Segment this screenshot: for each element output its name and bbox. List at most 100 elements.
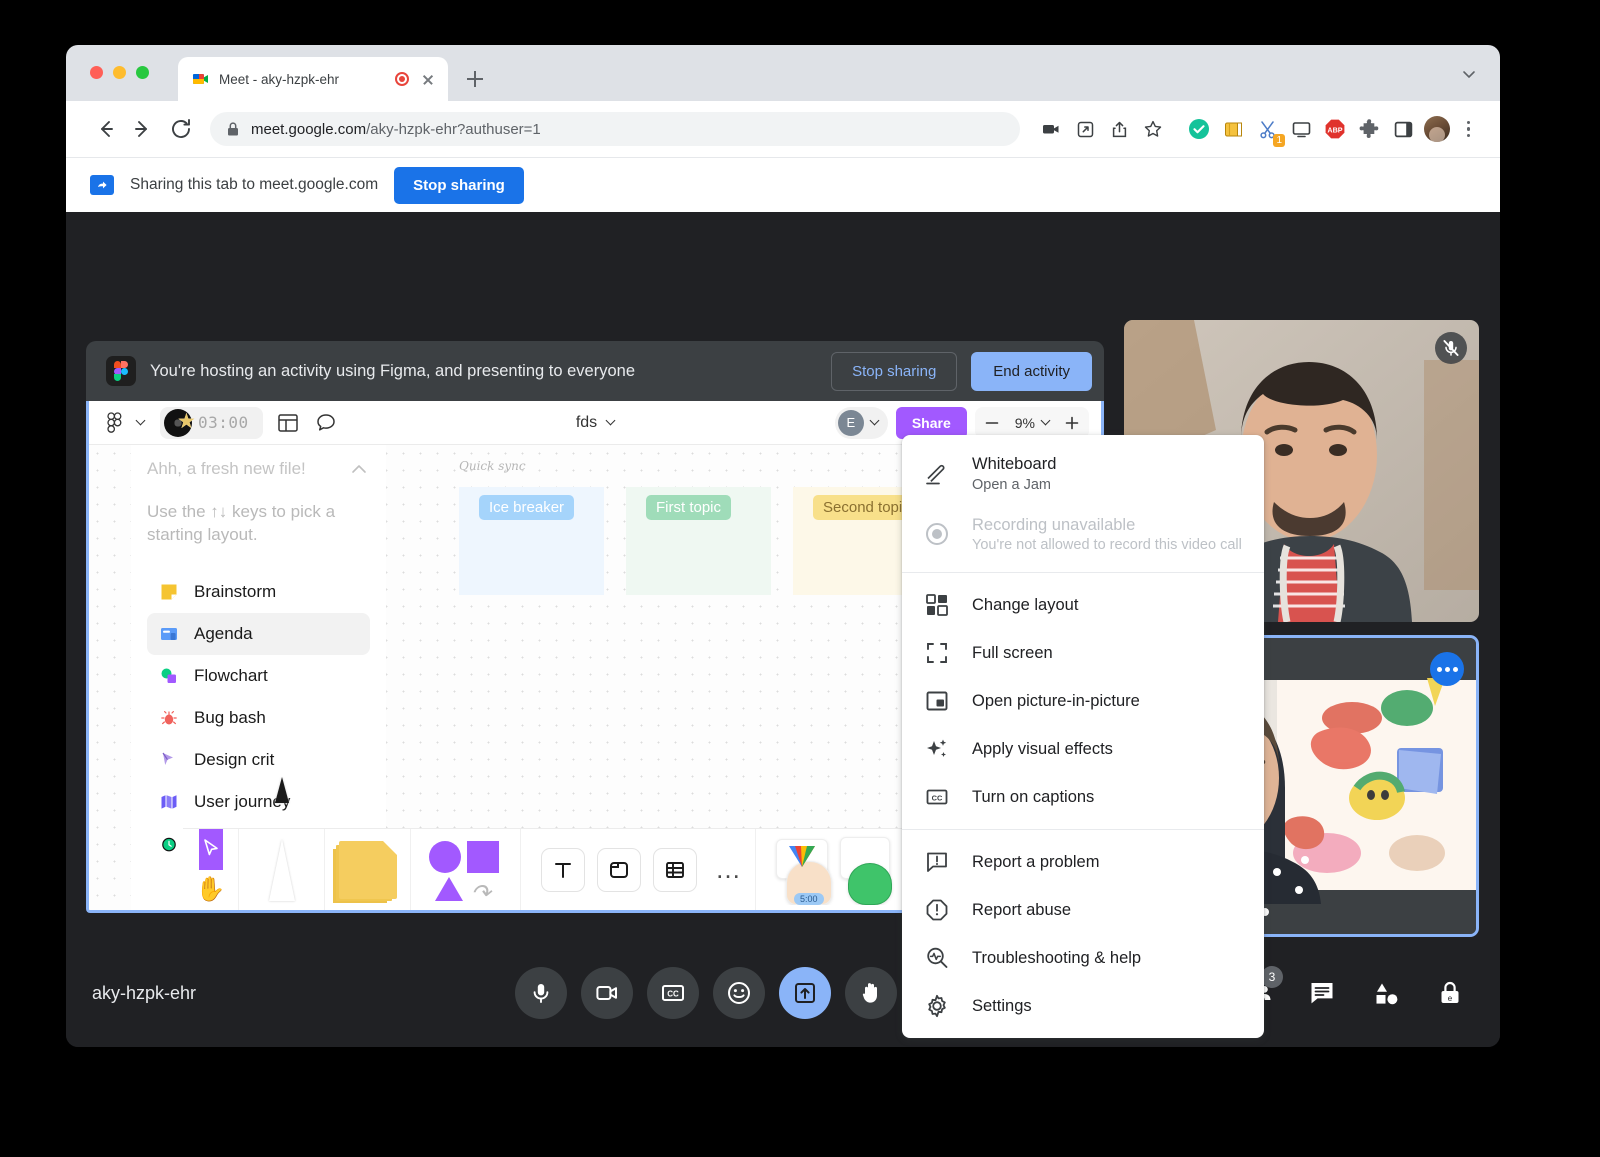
- address-bar[interactable]: meet.google.com/aky-hzpk-ehr?authuser=1: [210, 112, 1020, 146]
- chrome-menu-button[interactable]: [1454, 115, 1482, 143]
- sticker-previews[interactable]: 5:00: [764, 835, 914, 905]
- omnibox-row: meet.google.com/aky-hzpk-ehr?authuser=1: [66, 101, 1500, 157]
- menu-item-whiteboard[interactable]: Whiteboard Open a Jam: [902, 443, 1264, 504]
- snip-icon[interactable]: 1: [1250, 112, 1284, 146]
- captions-button[interactable]: CC: [647, 967, 699, 1019]
- back-button[interactable]: [88, 112, 122, 146]
- bookmark-star-icon[interactable]: [1136, 112, 1170, 146]
- zoom-in-button[interactable]: [1055, 407, 1089, 439]
- menu-item-report-problem[interactable]: Report a problem: [902, 838, 1264, 886]
- adblock-icon[interactable]: ABP: [1318, 112, 1352, 146]
- chevron-down-icon[interactable]: [606, 416, 616, 426]
- menu-item-change-layout[interactable]: Change layout: [902, 581, 1264, 629]
- menu-item-full-screen[interactable]: Full screen: [902, 629, 1264, 677]
- chevron-down-icon[interactable]: [1041, 416, 1051, 426]
- menu-item-visual-effects[interactable]: Apply visual effects: [902, 725, 1264, 773]
- side-panel-icon[interactable]: [1386, 112, 1420, 146]
- cursor-tool[interactable]: [199, 829, 223, 870]
- stop-sharing-button[interactable]: Stop sharing: [394, 167, 524, 204]
- layout-item-bug-bash[interactable]: Bug bash: [147, 697, 370, 739]
- figma-filename-text: fds: [576, 414, 597, 432]
- close-tab-button[interactable]: [418, 69, 438, 89]
- figma-menu-icon[interactable]: [107, 412, 127, 434]
- table-tool-box[interactable]: [653, 848, 697, 892]
- participants-count-badge: 3: [1261, 966, 1283, 988]
- figma-share-button[interactable]: Share: [896, 407, 967, 439]
- maximize-window-button[interactable]: [136, 66, 149, 79]
- section-tool[interactable]: [591, 829, 647, 910]
- figma-stop-sharing-button[interactable]: Stop sharing: [831, 352, 957, 391]
- grammarly-icon[interactable]: [1182, 112, 1216, 146]
- menu-item-pip[interactable]: Open picture-in-picture: [902, 677, 1264, 725]
- menu-item-label: Open picture-in-picture: [972, 691, 1140, 712]
- camera-icon[interactable]: [1034, 112, 1068, 146]
- chevron-down-icon[interactable]: [136, 416, 146, 426]
- profile-avatar[interactable]: [1424, 116, 1450, 142]
- menu-item-settings[interactable]: Settings: [902, 982, 1264, 1030]
- layout-item-flowchart[interactable]: Flowchart: [147, 655, 370, 697]
- chevron-down-icon[interactable]: [1462, 67, 1476, 81]
- menu-item-sub: Open a Jam: [972, 477, 1056, 493]
- figma-panels-icon[interactable]: [275, 410, 301, 436]
- table-tool[interactable]: [647, 829, 703, 910]
- extensions-puzzle-icon[interactable]: [1352, 112, 1386, 146]
- collapse-icon[interactable]: [350, 462, 368, 476]
- reactions-button[interactable]: [713, 967, 765, 1019]
- figma-end-activity-button[interactable]: End activity: [971, 352, 1092, 391]
- section-tool-box[interactable]: [597, 848, 641, 892]
- text-tool[interactable]: [521, 829, 591, 910]
- layout-item-user-journey[interactable]: User journey: [147, 781, 370, 823]
- reload-button[interactable]: [164, 112, 198, 146]
- forward-button[interactable]: [126, 112, 160, 146]
- menu-divider: [902, 572, 1264, 573]
- raise-hand-button[interactable]: [845, 967, 897, 1019]
- layout-picker-title: Ahh, a fresh new file!: [147, 459, 386, 479]
- sticky-note-tool[interactable]: [325, 829, 411, 910]
- present-button[interactable]: [779, 967, 831, 1019]
- meeting-code: aky-hzpk-ehr: [92, 983, 196, 1004]
- shapes-tool[interactable]: ↷: [411, 829, 521, 910]
- figma-filename[interactable]: fds: [535, 414, 655, 432]
- close-window-button[interactable]: [90, 66, 103, 79]
- text-tool-box[interactable]: [541, 848, 585, 892]
- menu-item-label: Turn on captions: [972, 787, 1094, 808]
- board-column-2[interactable]: First topic: [626, 487, 771, 595]
- figma-comment-icon[interactable]: [313, 410, 339, 436]
- layout-item-agenda[interactable]: Agenda: [147, 613, 370, 655]
- board-note-label: First topic: [646, 495, 731, 520]
- share-icon[interactable]: [1102, 112, 1136, 146]
- activities-button[interactable]: [1362, 969, 1410, 1017]
- camera-button[interactable]: [581, 967, 633, 1019]
- screencast-icon[interactable]: [1284, 112, 1318, 146]
- hand-tool[interactable]: ✋: [196, 870, 226, 911]
- tile-more-options-button[interactable]: [1430, 652, 1464, 686]
- more-tools[interactable]: …: [703, 829, 755, 910]
- reading-list-icon[interactable]: [1216, 112, 1250, 146]
- cursor-tools[interactable]: ✋: [183, 829, 239, 910]
- zoom-out-button[interactable]: [975, 407, 1009, 439]
- microphone-button[interactable]: [515, 967, 567, 1019]
- menu-item-captions[interactable]: CC Turn on captions: [902, 773, 1264, 821]
- new-tab-button[interactable]: [460, 64, 490, 94]
- mic-off-icon: [1435, 332, 1467, 364]
- pen-tool[interactable]: [239, 829, 325, 910]
- minimize-window-button[interactable]: [113, 66, 126, 79]
- host-controls-button[interactable]: e: [1426, 969, 1474, 1017]
- layout-item-design-crit[interactable]: Design crit: [147, 739, 370, 781]
- cc-icon: CC: [924, 784, 950, 810]
- recording-dot-icon[interactable]: [395, 72, 409, 86]
- chevron-down-icon[interactable]: [869, 416, 879, 426]
- retro-clock-icon: [158, 833, 180, 855]
- menu-item-troubleshooting[interactable]: Troubleshooting & help: [902, 934, 1264, 982]
- browser-tab[interactable]: Meet - aky-hzpk-ehr: [178, 57, 448, 101]
- board-column-1[interactable]: Ice breaker: [459, 487, 604, 595]
- chat-button[interactable]: [1298, 969, 1346, 1017]
- open-external-icon[interactable]: [1068, 112, 1102, 146]
- window-traffic-lights[interactable]: [90, 66, 149, 79]
- layout-item-brainstorm[interactable]: Brainstorm: [147, 571, 370, 613]
- menu-item-report-abuse[interactable]: Report abuse: [902, 886, 1264, 934]
- figma-timer[interactable]: ★ 03:00: [160, 407, 263, 439]
- figma-collaborators[interactable]: E: [835, 407, 888, 439]
- zoom-level[interactable]: 9%: [1011, 415, 1053, 431]
- stickers-tool[interactable]: 5:00: [755, 829, 914, 910]
